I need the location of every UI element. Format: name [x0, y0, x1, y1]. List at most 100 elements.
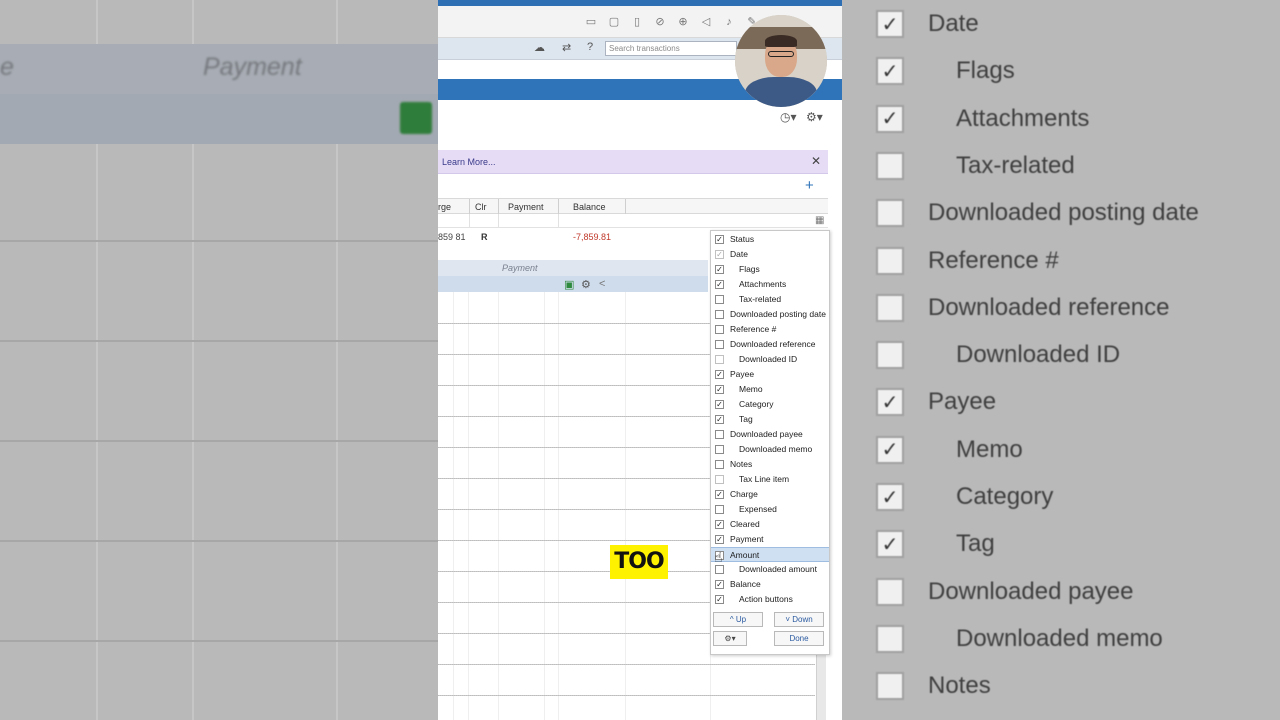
column-option-checkbox[interactable]: ✓: [715, 535, 724, 544]
blurred-checkbox: ✓: [876, 57, 904, 86]
column-option-label: Payee: [730, 369, 755, 379]
blurred-checkbox: ✓: [876, 530, 904, 559]
column-option-row[interactable]: ✓ Balance: [711, 577, 829, 592]
column-option-checkbox[interactable]: ✓: [715, 580, 724, 589]
column-option-checkbox[interactable]: ✓: [715, 490, 724, 499]
column-option-row[interactable]: ✓ Category: [711, 397, 829, 412]
column-header-charge[interactable]: rge: [438, 202, 451, 212]
blurred-checkbox: [876, 624, 904, 653]
column-header-balance[interactable]: Balance: [573, 202, 606, 212]
column-option-checkbox[interactable]: ✓: [715, 250, 724, 259]
column-option-checkbox[interactable]: ✓: [715, 415, 724, 424]
cleared-cell[interactable]: R: [481, 232, 488, 242]
column-option-row[interactable]: ✓ Status: [711, 232, 829, 247]
column-option-checkbox[interactable]: [715, 475, 724, 484]
column-option-checkbox[interactable]: ✓: [715, 385, 724, 394]
column-option-checkbox[interactable]: ✓: [715, 370, 724, 379]
column-option-row[interactable]: ✓ Tag: [711, 412, 829, 427]
column-chooser-icon[interactable]: ▦: [815, 215, 824, 226]
save-icon: [400, 102, 432, 134]
blurred-option-label: Downloaded payee: [928, 577, 1134, 605]
globe-icon[interactable]: ⊕: [676, 15, 690, 29]
done-button[interactable]: Done: [774, 631, 824, 646]
column-option-label: Tag: [739, 414, 753, 424]
column-option-row[interactable]: ✓ Payment: [711, 532, 829, 547]
column-option-row[interactable]: Tax Line item: [711, 472, 829, 487]
blurred-column-option: Tax-related: [876, 146, 1075, 186]
column-option-checkbox[interactable]: [715, 325, 724, 334]
column-header-clr[interactable]: Clr: [475, 202, 487, 212]
column-option-label: Tax Line item: [739, 474, 790, 484]
battery-icon[interactable]: ▯: [630, 15, 644, 29]
column-option-row[interactable]: ✓ Cleared: [711, 517, 829, 532]
column-option-label: Expensed: [739, 504, 777, 514]
save-icon[interactable]: ▣: [564, 278, 574, 291]
blocked-icon[interactable]: ⊘: [653, 15, 667, 29]
column-option-row[interactable]: ✓ Memo: [711, 382, 829, 397]
column-option-checkbox[interactable]: [715, 445, 724, 454]
column-option-checkbox[interactable]: [715, 355, 724, 364]
mic-icon[interactable]: ♪: [722, 15, 736, 29]
column-option-label: Downloaded memo: [739, 444, 813, 454]
column-option-row[interactable]: ✓ Attachments: [711, 277, 829, 292]
learn-more-link[interactable]: Learn More...: [442, 157, 496, 167]
column-option-checkbox[interactable]: [715, 310, 724, 319]
column-option-checkbox[interactable]: [715, 340, 724, 349]
search-input[interactable]: Search transactions: [605, 41, 737, 56]
blurred-option-label: Downloaded memo: [956, 624, 1163, 652]
cloud-icon[interactable]: ☁: [534, 41, 545, 54]
gear-icon[interactable]: ⚙: [581, 278, 591, 291]
column-separator: [558, 214, 559, 228]
column-option-label: Downloaded amount: [739, 564, 817, 574]
keyboard-icon[interactable]: ▭: [584, 15, 598, 29]
column-option-checkbox[interactable]: ✓: [715, 400, 724, 409]
column-option-checkbox[interactable]: ✓: [715, 595, 724, 604]
sync-icon[interactable]: ⇄: [562, 41, 571, 54]
column-option-checkbox[interactable]: [715, 295, 724, 304]
speaker-icon[interactable]: ◁: [699, 15, 713, 29]
gear-menu-icon[interactable]: ⚙▾: [806, 110, 823, 124]
column-option-row[interactable]: ✓ Flags: [711, 262, 829, 277]
column-option-row[interactable]: ✓ Date: [711, 247, 829, 262]
column-option-row[interactable]: ✓ Action buttons: [711, 592, 829, 607]
column-option-row[interactable]: Downloaded amount: [711, 562, 829, 577]
column-option-row[interactable]: Downloaded payee: [711, 427, 829, 442]
column-option-row[interactable]: ✓ Charge: [711, 487, 829, 502]
column-option-checkbox[interactable]: ✓: [715, 280, 724, 289]
column-option-checkbox[interactable]: ✓: [715, 265, 724, 274]
column-option-row[interactable]: Downloaded posting date: [711, 307, 829, 322]
column-option-row[interactable]: Downloaded ID: [711, 352, 829, 367]
chip-icon[interactable]: ▢: [607, 15, 621, 29]
column-option-checkbox[interactable]: [715, 565, 724, 574]
column-option-row[interactable]: Expensed: [711, 502, 829, 517]
blurred-option-label: Reference #: [928, 246, 1059, 274]
column-option-row[interactable]: Downloaded reference: [711, 337, 829, 352]
blurred-edit-row: [0, 94, 438, 144]
up-button[interactable]: ^ Up: [713, 612, 763, 627]
blurred-column-option: ✓ Category: [876, 477, 1053, 517]
column-separator: [498, 214, 499, 228]
add-transaction-button[interactable]: +: [805, 177, 814, 194]
column-option-checkbox[interactable]: [715, 430, 724, 439]
help-icon[interactable]: ?: [587, 41, 593, 53]
column-option-checkbox[interactable]: [715, 505, 724, 514]
close-icon[interactable]: ✕: [811, 154, 821, 168]
blurred-column-option: ✓ Tag: [876, 524, 995, 564]
down-button[interactable]: ˅ Down: [774, 612, 824, 627]
share-icon[interactable]: <: [599, 278, 605, 290]
column-option-checkbox[interactable]: [715, 460, 724, 469]
table-row[interactable]: 859 81 R -7,859.81: [438, 230, 710, 244]
gear-menu-button[interactable]: ⚙▾: [713, 631, 747, 646]
blurred-checkbox: ✓: [876, 10, 904, 38]
column-option-row[interactable]: Notes: [711, 457, 829, 472]
column-header-payment[interactable]: Payment: [508, 202, 544, 212]
column-option-row[interactable]: Reference #: [711, 322, 829, 337]
column-option-row[interactable]: Tax-related: [711, 292, 829, 307]
payment-input[interactable]: Payment: [502, 263, 538, 273]
column-option-row[interactable]: Amount: [711, 547, 829, 562]
column-option-row[interactable]: ✓ Payee: [711, 367, 829, 382]
clock-icon[interactable]: ◷▾: [780, 110, 797, 124]
column-option-row[interactable]: Downloaded memo: [711, 442, 829, 457]
column-option-checkbox[interactable]: ✓: [715, 520, 724, 529]
column-option-checkbox[interactable]: ✓: [715, 235, 724, 244]
